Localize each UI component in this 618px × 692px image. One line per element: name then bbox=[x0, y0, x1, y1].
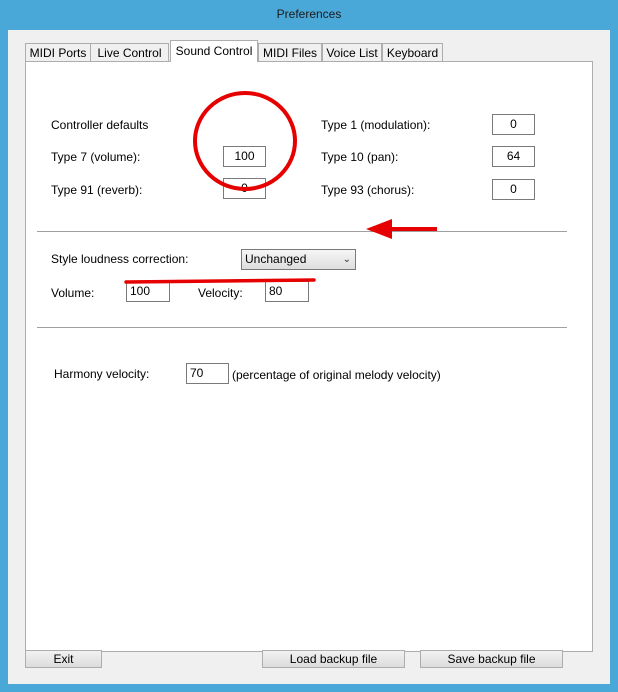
tab-sound-control[interactable]: Sound Control bbox=[170, 40, 258, 62]
tab-midi-files[interactable]: MIDI Files bbox=[258, 43, 322, 61]
loudness-select[interactable]: Unchanged ⌄ bbox=[241, 249, 356, 270]
harmony-note: (percentage of original melody velocity) bbox=[232, 368, 441, 382]
exit-button[interactable]: Exit bbox=[25, 650, 102, 668]
separator bbox=[37, 231, 567, 232]
sound-control-panel: Controller defaults Type 7 (volume): 100… bbox=[25, 61, 593, 652]
type10-pan-input[interactable]: 64 bbox=[492, 146, 535, 167]
tab-keyboard[interactable]: Keyboard bbox=[382, 43, 443, 61]
harmony-label: Harmony velocity: bbox=[54, 367, 150, 381]
type7-label: Type 7 (volume): bbox=[51, 150, 141, 164]
separator bbox=[37, 327, 567, 328]
save-backup-button[interactable]: Save backup file bbox=[420, 650, 563, 668]
type93-label: Type 93 (chorus): bbox=[321, 183, 415, 197]
type1-modulation-input[interactable]: 0 bbox=[492, 114, 535, 135]
loudness-select-value: Unchanged bbox=[245, 252, 307, 266]
type93-chorus-input[interactable]: 0 bbox=[492, 179, 535, 200]
velocity-label: Velocity: bbox=[198, 286, 243, 300]
volume-input[interactable]: 100 bbox=[126, 281, 170, 302]
chevron-down-icon: ⌄ bbox=[342, 254, 351, 265]
type10-label: Type 10 (pan): bbox=[321, 150, 399, 164]
tab-midi-ports[interactable]: MIDI Ports bbox=[25, 43, 91, 61]
type91-label: Type 91 (reverb): bbox=[51, 183, 143, 197]
window-title: Preferences bbox=[276, 7, 342, 21]
load-backup-button[interactable]: Load backup file bbox=[262, 650, 405, 668]
velocity-input[interactable]: 80 bbox=[265, 281, 309, 302]
harmony-velocity-input[interactable]: 70 bbox=[186, 363, 229, 384]
type7-volume-input[interactable]: 100 bbox=[223, 146, 266, 167]
controller-defaults-heading: Controller defaults bbox=[51, 118, 149, 132]
volume-label: Volume: bbox=[51, 286, 95, 300]
preferences-dialog: MIDI Ports Live Control Sound Control MI… bbox=[8, 30, 610, 684]
loudness-label: Style loudness correction: bbox=[51, 252, 189, 266]
tab-live-control[interactable]: Live Control bbox=[90, 43, 169, 61]
type1-label: Type 1 (modulation): bbox=[321, 118, 431, 132]
type91-reverb-input[interactable]: 0 bbox=[223, 178, 266, 199]
tab-voice-list[interactable]: Voice List bbox=[322, 43, 382, 61]
